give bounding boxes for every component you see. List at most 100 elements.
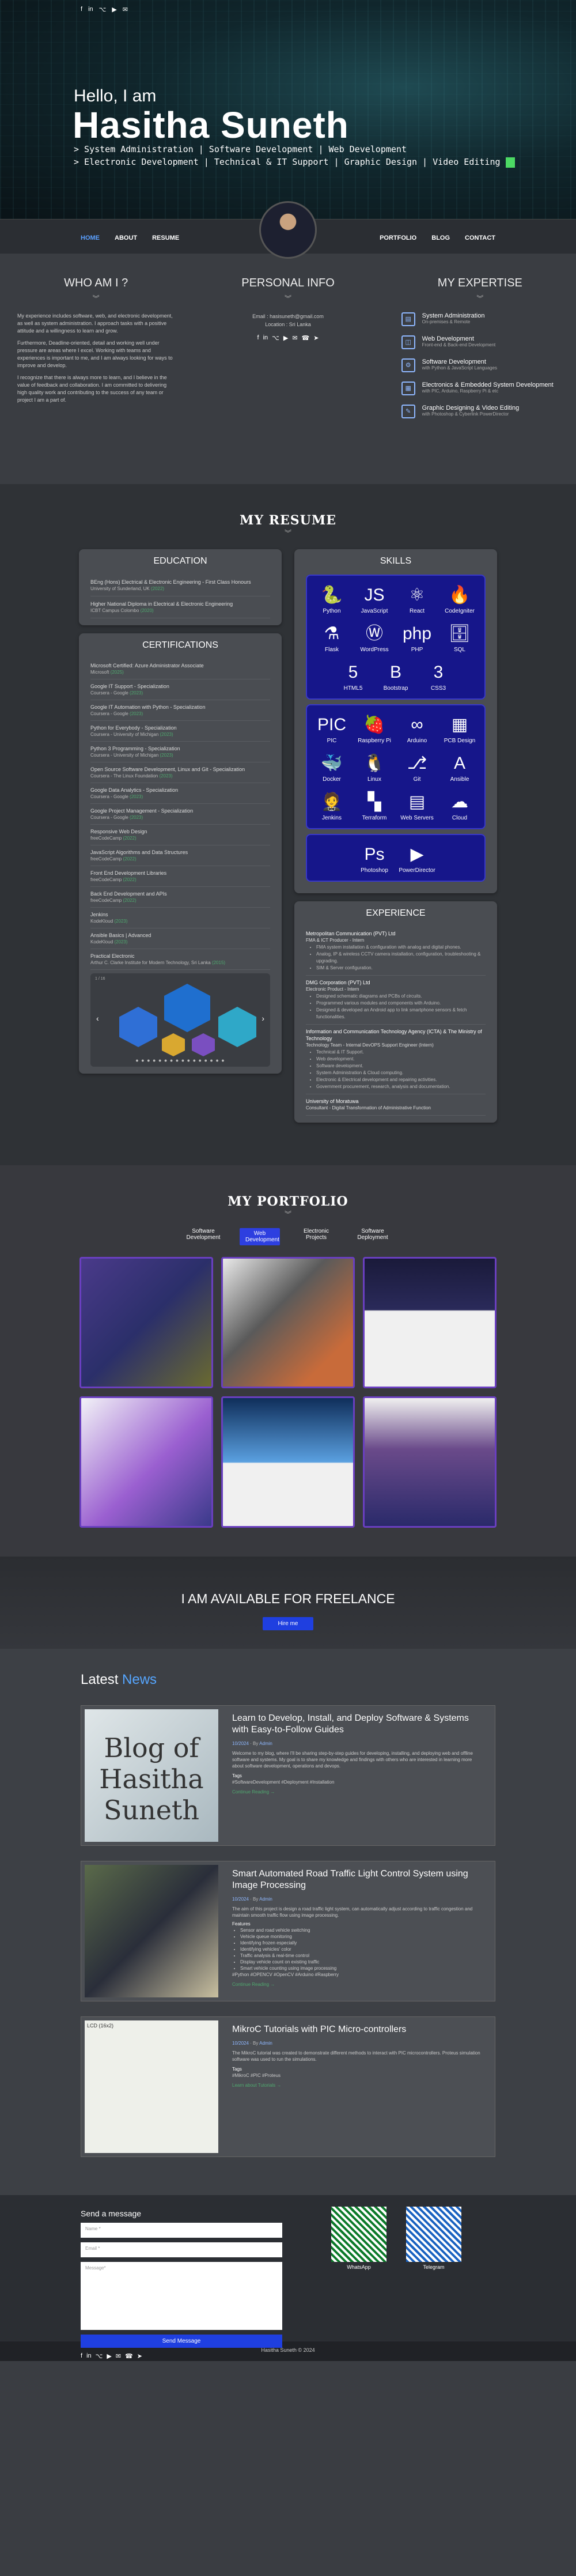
post-title[interactable]: Smart Automated Road Traffic Light Contr… [232,1868,484,1891]
entry-year: (2023) [160,753,173,758]
expertise-title-text: Web Development [422,335,474,342]
whatsapp-icon[interactable]: ☎ [125,2352,133,2360]
github-icon[interactable]: ⌥ [272,334,279,342]
youtube-icon[interactable]: ▶ [112,6,116,13]
skill-label: Python [323,608,341,614]
entry-year: (2023) [159,773,173,779]
portfolio-item[interactable] [221,1257,355,1388]
nav-home[interactable]: HOME [81,235,100,241]
entry-year: (2023) [130,711,143,716]
hero-social-links: f in ⌥ ▶ ✉ [81,6,128,13]
skill-item: 🔥 CodeIgniter [439,580,480,617]
freelance-section: I AM AVAILABLE FOR FREELANCE Hire me [0,1557,576,1649]
facebook-icon[interactable]: f [81,2352,82,2360]
entry-source: Microsoft (2025) [90,670,270,675]
duty-item: Web development. [316,1056,486,1063]
skill-label: Web Servers [400,815,434,821]
post-title[interactable]: MikroC Tutorials with PIC Micro-controll… [232,2024,484,2035]
facebook-icon[interactable]: f [257,334,259,342]
experience-entry: University of Moratuwa Consultant - Digit… [306,1094,486,1116]
linkedin-icon[interactable]: in [263,334,268,342]
skill-icon: 🍓 [363,715,385,734]
whatsapp-icon[interactable]: ☎ [302,334,310,342]
youtube-icon[interactable]: ▶ [107,2352,111,2360]
experience-entry: DMG Corporation (PVT) Ltd Electronic Prod… [306,976,486,1025]
github-icon[interactable]: ⌥ [99,6,107,13]
chevron-right-icon[interactable]: › [262,1014,264,1023]
entry-title: JavaScript Algorithms and Data Structure… [90,849,188,855]
carousel-dots[interactable]: ● ● ● ● ● ● ● ● ● ● ● ● ● ● ● ● [90,1057,270,1063]
portfolio-item[interactable] [79,1396,213,1528]
portfolio-item[interactable] [363,1257,497,1388]
github-icon[interactable]: ⌥ [96,2352,103,2360]
nav-contact[interactable]: CONTACT [465,235,495,241]
telegram-icon[interactable]: ➤ [313,334,319,342]
duty-item: Technical & IT Support. [316,1049,486,1056]
portfolio-item[interactable] [79,1257,213,1388]
skill-icon: ▶ [410,845,424,864]
post-image[interactable] [85,1865,218,1997]
expertise-sub: with Python & JavaScript Languages [422,365,497,371]
hire-me-button[interactable]: Hire me [263,1617,313,1630]
post-features-label: Features [232,1921,251,1927]
email-icon[interactable]: ✉ [116,2352,121,2360]
feature-item: Identifying frozen especially [240,1940,484,1946]
resume-entry: Open Source Software Development, Linux … [90,762,270,783]
portfolio-item[interactable] [363,1396,497,1528]
skill-label: PIC [327,738,337,744]
skill-item: ☁ Cloud [439,787,480,824]
news-title: Latest News [81,1672,576,1688]
continue-link[interactable]: Continue Reading → [232,1981,484,1988]
email-icon[interactable]: ✉ [292,334,297,342]
nav-left: HOME ABOUT RESUME [81,235,179,241]
expertise-sub: with Photoshop & Cyberlink PowerDirector [422,411,509,417]
telegram-qr-code[interactable] [406,2207,461,2262]
entry-institution: freeCodeCamp [90,877,122,882]
message-field[interactable]: Message* [81,2262,282,2330]
badge-image [164,984,210,1032]
continue-link[interactable]: Learn about Tutorials → [232,2082,484,2088]
education-list: BEng (Hons) Electrical & Electronic Engi… [90,575,270,618]
portfolio-tabs: Software Development Web Development Ele… [0,1228,576,1245]
experience-company: Metropolitan Communication (PVT) Ltd [306,931,396,936]
facebook-icon[interactable]: f [81,6,82,13]
continue-link[interactable]: Continue Reading → [232,1789,484,1795]
email-field[interactable]: Email * [81,2242,282,2257]
post-image[interactable]: Blog of Hasitha Suneth [85,1709,218,1842]
portfolio-item[interactable] [221,1396,355,1528]
nav-about[interactable]: ABOUT [115,235,137,241]
tab-software-deployment[interactable]: Software Deployment [353,1228,393,1245]
skill-label: HTML5 [343,685,363,692]
entry-source: KodeKloud (2023) [90,919,270,924]
badge-carousel[interactable]: 1 / 16 ‹ › ● ● ● ● ● ● ● ● ● ● ● ● ● ● ●… [90,973,270,1067]
nav-resume[interactable]: RESUME [152,235,179,241]
telegram-icon[interactable]: ➤ [137,2352,142,2360]
tab-electronic-projects[interactable]: Electronic Projects [296,1228,336,1245]
skill-icon: Ps [364,845,385,864]
post-image[interactable]: LCD (16x2) [85,2020,218,2153]
entry-title: Ansible Basics | Advanced [90,932,151,938]
post-title[interactable]: Learn to Develop, Install, and Deploy So… [232,1713,484,1736]
whatsapp-qr-code[interactable] [331,2207,386,2262]
entry-title: Google Project Management - Specializati… [90,808,194,814]
skill-icon: ▚ [367,792,381,811]
send-message-button[interactable]: Send Message [81,2335,282,2348]
chevron-left-icon[interactable]: ‹ [96,1014,99,1023]
name-field[interactable]: Name * [81,2223,282,2238]
youtube-icon[interactable]: ▶ [283,334,288,342]
entry-title: Python 3 Programming - Specialization [90,746,180,751]
linkedin-icon[interactable]: in [86,2352,92,2360]
email-icon[interactable]: ✉ [123,6,128,13]
tab-web-development[interactable]: Web Development [240,1228,280,1245]
who-am-i: WHO AM I ? ︾ My experience includes soft… [0,265,192,484]
resume-right: SKILLS 🐍 Python JS JavaScript ⚛ React 🔥 CodeIgn… [294,549,497,1131]
resume-left: EDUCATION BEng (Hons) Electrical & Elect… [79,549,282,1131]
skill-item: PIC PIC [312,710,352,746]
linkedin-icon[interactable]: in [88,6,93,13]
nav-portfolio[interactable]: PORTFOLIO [380,235,416,241]
nav-blog[interactable]: BLOG [431,235,450,241]
skill-label: SQL [453,647,465,653]
entry-title: Higher National Diploma in Electrical & … [90,601,233,607]
expertise-sub: Front-end & Back-end Development [422,342,496,348]
tab-software-development[interactable]: Software Development [183,1228,223,1245]
